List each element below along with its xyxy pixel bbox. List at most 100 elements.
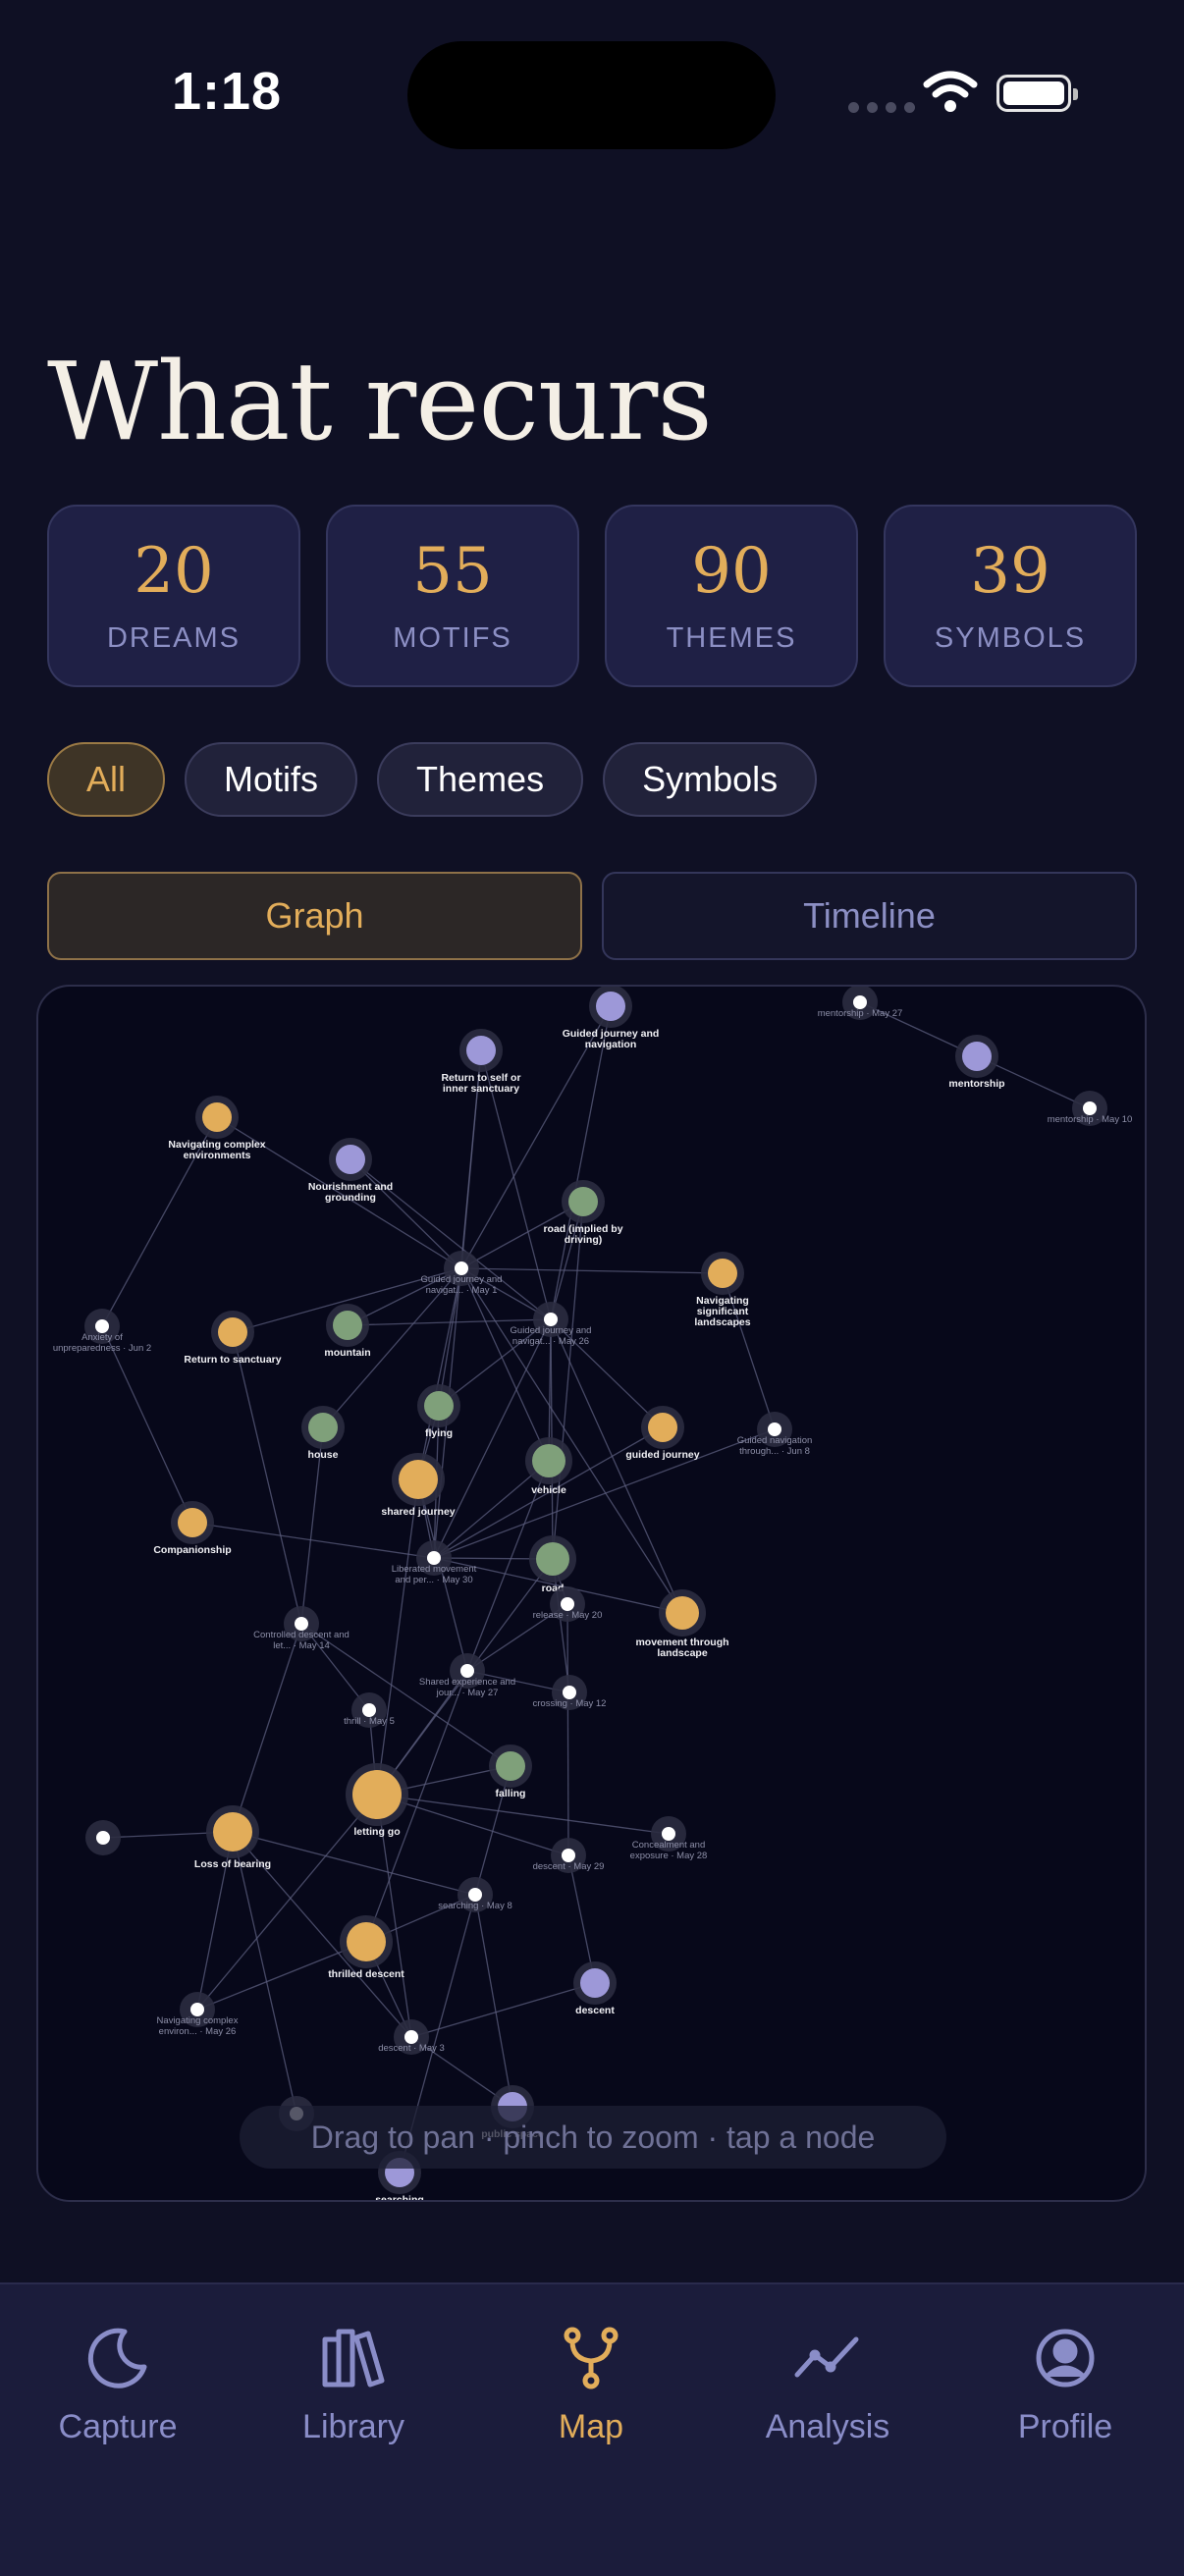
node-dot (336, 1145, 365, 1174)
stat-card-symbols: 39 SYMBOLS (884, 505, 1137, 687)
graph-node-dream[interactable]: Guided journey andnavigat... · May 1 (421, 1251, 503, 1296)
graph-node-dream[interactable]: searching · May 8 (438, 1877, 512, 1912)
person-icon (967, 2324, 1163, 2392)
branch-icon (493, 2324, 689, 2392)
node-dot (404, 2030, 418, 2044)
node-dot (213, 1812, 252, 1852)
node-dot (424, 1391, 454, 1421)
graph-node-dream[interactable]: descent · May 3 (378, 2019, 445, 2055)
tab-label: Map (558, 2408, 624, 2445)
graph-node-symbol[interactable]: Nourishment andgrounding (308, 1138, 393, 1204)
graph-node-theme[interactable]: flying (417, 1384, 460, 1439)
tab-profile[interactable]: Profile (967, 2324, 1163, 2446)
stat-value: 55 (412, 535, 493, 608)
graph-node-dream[interactable]: mentorship · May 27 (818, 987, 903, 1020)
node-label: Liberated movement (392, 1564, 477, 1575)
stat-card-motifs: 55 MOTIFS (326, 505, 579, 687)
graph-node-motif[interactable]: shared journey (381, 1453, 456, 1518)
graph-node-motif[interactable]: letting go (346, 1763, 408, 1838)
node-dot (1083, 1101, 1097, 1115)
graph-node-motif[interactable]: Navigating complexenvironments (168, 1096, 266, 1161)
graph-node-symbol[interactable]: mentorship (948, 1035, 1005, 1090)
graph-node-dream[interactable]: Anxiety ofunpreparedness · Jun 2 (53, 1309, 151, 1354)
graph-edge (101, 1325, 193, 1524)
graph-node-theme[interactable]: falling (489, 1744, 532, 1799)
node-label: Shared experience and (419, 1677, 515, 1688)
graph-canvas[interactable]: Guided journey and navigation mentorship ·… (36, 985, 1147, 2202)
node-label: guided journey (625, 1449, 699, 1461)
filter-chip-all[interactable]: All (47, 742, 166, 817)
graph-node-theme[interactable]: road (implied bydriving) (543, 1180, 623, 1246)
node-dot (347, 1922, 386, 1961)
filter-chip-motifs[interactable]: Motifs (185, 742, 358, 817)
graph-node-motif[interactable]: thrilled descent (328, 1915, 404, 1980)
node-label: descent · May 29 (533, 1861, 605, 1872)
tab-library[interactable]: Library (255, 2324, 452, 2446)
stats-row: 20 DREAMS 55 MOTIFS 90 THEMES 39 SYMBOLS (47, 505, 1137, 687)
graph-node-dream[interactable]: Guided journey andnavigat... · May 26 (511, 1302, 592, 1347)
graph-node-motif[interactable]: Return to sanctuary (184, 1311, 282, 1366)
graph-node-dream[interactable]: mentorship · May 10 (1048, 1091, 1133, 1126)
tab-map[interactable]: Map (493, 2324, 689, 2446)
books-icon (255, 2324, 452, 2392)
filter-chip-themes[interactable]: Themes (377, 742, 584, 817)
node-label: jour... · May 27 (436, 1688, 499, 1698)
node-dot (202, 1102, 232, 1132)
stat-label: SYMBOLS (934, 622, 1087, 654)
tab-label: Analysis (765, 2408, 890, 2445)
node-dot (95, 1319, 109, 1333)
node-dot (455, 1261, 468, 1275)
graph-node-dream[interactable]: descent · May 29 (533, 1838, 605, 1873)
graph-node-dream[interactable]: crossing · May 12 (533, 1675, 607, 1710)
graph-node-dream[interactable]: Guided navigationthrough... · Jun 8 (737, 1412, 813, 1457)
battery-icon (996, 75, 1078, 112)
graph-node-symbol[interactable]: Return to self orinner sanctuary (441, 1029, 521, 1095)
graph-node-theme[interactable]: mountain (324, 1304, 371, 1359)
stat-label: THEMES (666, 622, 797, 654)
stat-label: MOTIFS (393, 622, 512, 654)
tab-analysis[interactable]: Analysis (729, 2324, 926, 2446)
node-dot (96, 1831, 110, 1845)
graph-node-dream[interactable]: thrill · May 5 (344, 1692, 395, 1728)
node-dot (532, 1444, 565, 1477)
node-dot (666, 1596, 699, 1630)
timeline-view-button[interactable]: Timeline (602, 872, 1137, 960)
graph-edge (566, 1603, 569, 1856)
node-label: Companionship (153, 1544, 231, 1556)
stat-value: 39 (970, 535, 1050, 608)
node-dot (427, 1551, 441, 1565)
node-label: navigat... · May 1 (426, 1285, 498, 1296)
node-dot (333, 1311, 362, 1340)
node-label: unpreparedness · Jun 2 (53, 1343, 151, 1354)
node-label: through... · Jun 8 (739, 1446, 810, 1457)
tab-capture[interactable]: Capture (20, 2324, 216, 2446)
network-graph[interactable]: Guided journey andnavigation mentorship ·… (38, 987, 1147, 2202)
node-label: inner sanctuary (443, 1083, 519, 1095)
graph-edge (232, 1331, 302, 1625)
graph-node-dream[interactable] (85, 1820, 121, 1855)
graph-node-theme[interactable]: road (529, 1535, 576, 1594)
graph-node-theme[interactable]: house (301, 1406, 345, 1461)
node-label: house (308, 1449, 339, 1461)
graph-node-motif[interactable]: Navigatingsignificantlandscapes (694, 1252, 751, 1328)
node-dot (853, 995, 867, 1009)
filter-chip-symbols[interactable]: Symbols (603, 742, 818, 817)
node-label: Guided journey and (511, 1325, 592, 1336)
graph-node-motif[interactable]: movement throughlandscape (635, 1589, 729, 1659)
node-dot (648, 1413, 677, 1442)
node-label: mentorship (948, 1078, 1004, 1090)
node-dot (468, 1888, 482, 1902)
graph-node-dream[interactable]: Concealment andexposure · May 28 (630, 1816, 708, 1861)
graph-node-theme[interactable]: vehicle (525, 1437, 572, 1496)
graph-node-motif[interactable]: Loss of bearing (194, 1805, 271, 1870)
node-label: environments (184, 1150, 251, 1161)
graph-node-dream[interactable]: Shared experience andjour... · May 27 (419, 1653, 515, 1698)
graph-node-symbol[interactable]: descent (573, 1961, 617, 2016)
status-bar: 1:18 (0, 0, 1184, 196)
graph-node-motif[interactable]: Companionship (153, 1501, 232, 1556)
node-label: Controlled descent and (253, 1630, 350, 1640)
graph-view-button[interactable]: Graph (47, 872, 582, 960)
graph-node-motif[interactable]: guided journey (625, 1406, 700, 1461)
graph-node-dream[interactable]: Controlled descent andlet... · May 14 (253, 1606, 350, 1651)
graph-node-symbol[interactable]: Guided journey andnavigation (563, 987, 660, 1050)
